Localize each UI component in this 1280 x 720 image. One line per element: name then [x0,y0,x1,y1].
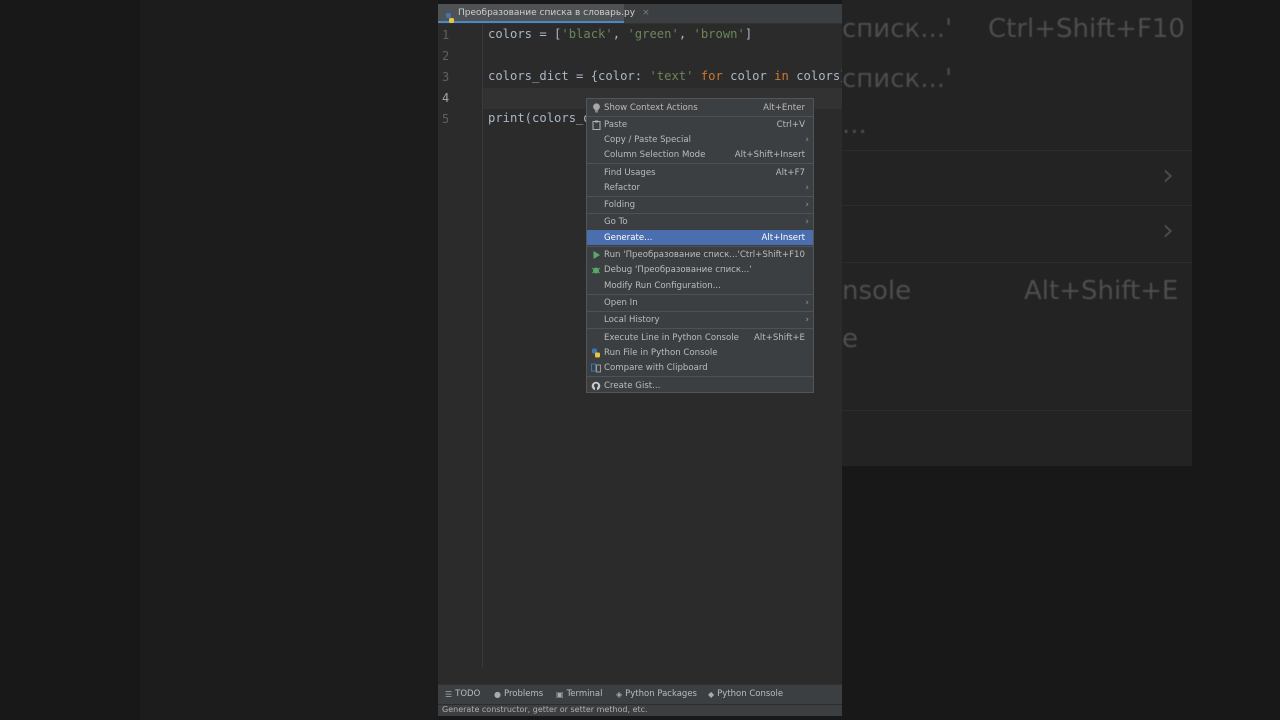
menu-item-create-gist[interactable]: Create Gist... [587,378,813,393]
chevron-right-icon: › [805,199,809,210]
chevron-right-icon: › [805,182,809,193]
context-menu: Show Context Actions Alt+Enter Paste Ctrl+… [586,98,814,393]
menu-item-paste[interactable]: Paste Ctrl+V [587,117,813,132]
background-text: списк...' [842,64,953,94]
list-icon: ☰ [445,689,453,699]
python-file-icon [445,8,455,23]
chevron-right-icon: › [805,314,809,325]
debug-icon [591,265,601,275]
background-chevron-icon: › [1162,213,1174,248]
code-line-3[interactable]: colors_dict = {color: 'text' for color i… [488,69,842,83]
background-left [140,0,438,720]
editor-tabbar: Преобразование списка в словарь.py × [438,4,842,24]
github-icon [591,381,601,391]
menu-item-local-history[interactable]: Local History › [587,312,813,327]
tool-python-packages[interactable]: ◈ Python Packages [616,689,697,699]
background-text: nsole [842,276,912,306]
tool-problems[interactable]: ● Problems [494,689,543,699]
menu-item-show-context-actions[interactable]: Show Context Actions Alt+Enter [587,100,813,115]
menu-item-modify-run-configuration[interactable]: Modify Run Configuration... [587,278,813,293]
menu-separator [587,376,813,377]
background-chevron-icon: › [1162,158,1174,193]
background-text: ... [842,110,867,140]
tool-terminal[interactable]: ▣ Terminal [556,689,602,699]
menu-item-execute-line[interactable]: Execute Line in Python Console Alt+Shift+… [587,330,813,345]
chevron-right-icon: › [805,297,809,308]
python-icon [591,348,601,358]
menu-separator [587,328,813,329]
problems-icon: ● [494,689,501,699]
line-gutter: 1 2 3 4 5 [438,24,483,668]
line-number: 1 [442,28,450,42]
code-line-5[interactable]: print(colors_d [488,111,591,125]
editor-tab-label: Преобразование списка в словарь.py [458,7,636,18]
background-text: Ctrl+Shift+F10 [988,14,1185,44]
bulb-icon [591,102,601,113]
menu-item-go-to[interactable]: Go To › [587,214,813,229]
tool-todo[interactable]: ☰ TODO [445,689,480,699]
menu-item-debug[interactable]: Debug 'Преобразование списк...' [587,262,813,277]
code-line-1[interactable]: colors = ['black', 'green', 'brown'] [488,27,752,41]
menu-item-folding[interactable]: Folding › [587,197,813,212]
line-number: 2 [442,49,450,63]
menu-item-column-selection-mode[interactable]: Column Selection Mode Alt+Shift+Insert [587,147,813,162]
run-icon [591,250,601,260]
console-icon: ◆ [708,689,715,699]
terminal-icon: ▣ [556,689,564,699]
background-text: e [842,324,858,354]
menu-separator [587,163,813,164]
menu-item-refactor[interactable]: Refactor › [587,180,813,195]
status-text: Generate constructor, getter or setter m… [442,705,648,714]
background-text: Alt+Shift+E [1024,276,1179,306]
menu-item-copy-paste-special[interactable]: Copy / Paste Special › [587,132,813,147]
compare-icon [591,363,601,373]
line-number: 5 [442,112,450,126]
chevron-right-icon: › [805,216,809,227]
menu-item-run[interactable]: Run 'Преобразование списк...' Ctrl+Shift+… [587,247,813,262]
paste-icon [591,120,601,130]
tool-python-console[interactable]: ◆ Python Console [708,689,783,699]
chevron-right-icon: › [805,134,809,145]
menu-item-find-usages[interactable]: Find Usages Alt+F7 [587,165,813,180]
menu-item-generate[interactable]: Generate... Alt+Insert [587,230,813,245]
line-number: 3 [442,70,450,84]
editor-tab[interactable]: Преобразование списка в словарь.py × [438,4,650,23]
tool-window-bar: ☰ TODO ● Problems ▣ Terminal ◈ Python Packag… [438,684,842,705]
line-number: 4 [442,91,450,105]
background-text: списк...' [842,14,953,44]
menu-item-run-file-in-console[interactable]: Run File in Python Console [587,345,813,360]
menu-item-compare-with-clipboard[interactable]: Compare with Clipboard [587,360,813,375]
packages-icon: ◈ [616,689,623,699]
close-icon[interactable]: × [642,8,650,18]
menu-item-open-in[interactable]: Open In › [587,295,813,310]
status-bar: Generate constructor, getter or setter m… [438,704,842,716]
